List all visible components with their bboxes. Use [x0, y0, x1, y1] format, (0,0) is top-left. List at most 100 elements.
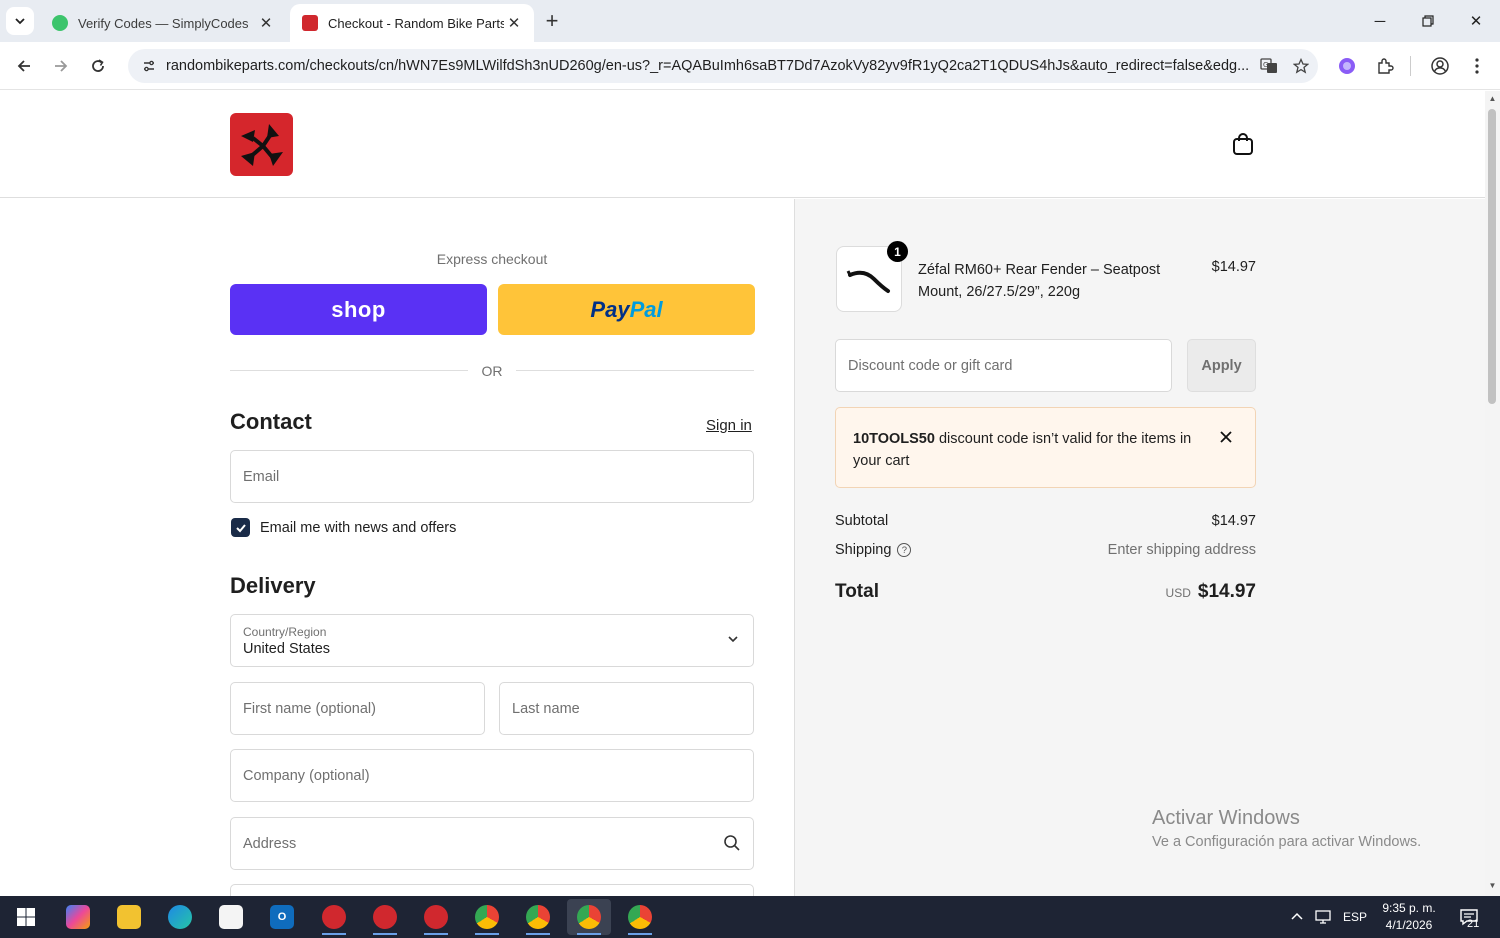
clock-time: 9:35 p. m.	[1382, 901, 1436, 915]
express-checkout-label: Express checkout	[436, 251, 548, 267]
running-indicator	[373, 933, 397, 935]
taskbar-chrome-1[interactable]	[465, 899, 509, 935]
close-icon	[1220, 431, 1232, 443]
new-tab-button[interactable]: +	[540, 8, 564, 33]
language-indicator[interactable]: ESP	[1343, 896, 1367, 938]
tab-checkout[interactable]: Checkout - Random Bike Parts ✕	[290, 4, 534, 42]
back-button[interactable]	[10, 52, 38, 80]
tab-simplycodes[interactable]: Verify Codes — SimplyCodes ✕	[40, 4, 286, 42]
page-scrollbar[interactable]: ▲ ▼	[1485, 91, 1500, 896]
store-icon	[219, 905, 243, 929]
tab-search-button[interactable]	[6, 7, 34, 35]
extensions-puzzle-icon[interactable]	[1371, 52, 1399, 80]
shop-pay-button[interactable]: shop	[230, 284, 487, 335]
shipping-label: Shipping	[835, 542, 892, 558]
sign-in-link[interactable]: Sign in	[706, 417, 752, 434]
close-tab-icon[interactable]: ✕	[504, 13, 524, 33]
company-placeholder: Company (optional)	[243, 767, 370, 784]
browser-tab-bar: Verify Codes — SimplyCodes ✕ Checkout - …	[0, 0, 1500, 42]
help-circle-icon[interactable]: ?	[897, 543, 912, 558]
scroll-down-arrow-icon[interactable]: ▼	[1488, 881, 1497, 890]
site-info-icon[interactable]	[134, 59, 164, 73]
running-indicator	[577, 933, 601, 935]
last-name-field[interactable]: Last name	[499, 682, 754, 735]
first-name-placeholder: First name (optional)	[243, 700, 376, 717]
taskbar-copilot[interactable]	[56, 899, 100, 935]
reload-icon	[92, 59, 104, 72]
chrome-icon	[526, 905, 550, 929]
windows-taskbar: O ESP 9:35 p. m. 4/1/2026	[0, 896, 1500, 938]
shipping-value: Enter shipping address	[1107, 542, 1256, 558]
dismiss-alert-button[interactable]	[1217, 428, 1235, 446]
clock-date: 4/1/2026	[1385, 918, 1433, 932]
country-value: United States	[243, 640, 331, 657]
toolbar-separator	[1410, 56, 1411, 76]
scroll-up-arrow-icon[interactable]: ▲	[1488, 94, 1497, 103]
discount-error-message: 10TOOLS50 discount code isn’t valid for …	[853, 428, 1203, 472]
bookmark-star-icon[interactable]	[1286, 51, 1316, 81]
apply-discount-button[interactable]: Apply	[1187, 339, 1256, 392]
contact-heading: Contact	[230, 409, 312, 434]
arrow-right-icon	[55, 60, 68, 72]
address-field[interactable]: Address	[230, 817, 754, 870]
forward-button[interactable]	[47, 52, 75, 80]
copilot-extension-icon[interactable]	[1333, 52, 1361, 80]
taskbar-app-2[interactable]	[363, 899, 407, 935]
url-text: randombikeparts.com/checkouts/cn/hWN7Es9…	[166, 58, 1250, 74]
profile-icon[interactable]	[1426, 52, 1454, 80]
taskbar-app-1[interactable]	[312, 899, 356, 935]
product-price: $14.97	[1211, 259, 1256, 275]
quantity-badge: 1	[887, 241, 908, 262]
shop-logo[interactable]	[230, 113, 293, 176]
subtotal-value: $14.97	[1211, 513, 1256, 529]
taskbar-chrome-4[interactable]	[618, 899, 662, 935]
first-name-field[interactable]: First name (optional)	[230, 682, 485, 735]
chevron-up-icon	[1291, 912, 1303, 920]
chevron-down-icon	[15, 18, 25, 25]
start-button[interactable]	[4, 899, 48, 935]
taskbar-chrome-2[interactable]	[516, 899, 560, 935]
shop-pay-label: shop	[331, 296, 386, 322]
email-field[interactable]: Email	[230, 450, 754, 503]
taskbar-app-3[interactable]	[414, 899, 458, 935]
running-indicator	[322, 933, 346, 935]
scrollbar-thumb[interactable]	[1488, 109, 1496, 404]
app-icon	[322, 905, 346, 929]
close-tab-icon[interactable]: ✕	[256, 13, 276, 33]
paypal-button[interactable]: Pay Pal	[498, 284, 755, 335]
total-row: Total USD $14.97	[835, 581, 1256, 603]
restore-icon	[1422, 15, 1434, 27]
cart-bag-icon[interactable]	[1230, 131, 1256, 157]
network-icon[interactable]	[1314, 896, 1332, 938]
next-field[interactable]	[230, 884, 754, 896]
address-bar[interactable]: randombikeparts.com/checkouts/cn/hWN7Es9…	[128, 49, 1318, 83]
taskbar-chrome-3[interactable]	[567, 899, 611, 935]
restore-window-button[interactable]	[1413, 8, 1443, 34]
delivery-heading: Delivery	[230, 573, 316, 598]
company-field[interactable]: Company (optional)	[230, 749, 754, 802]
taskbar-store[interactable]	[209, 899, 253, 935]
translate-icon[interactable]: G	[1254, 51, 1284, 81]
app-icon	[373, 905, 397, 929]
discount-error-alert: 10TOOLS50 discount code isn’t valid for …	[835, 407, 1256, 488]
taskbar-outlook[interactable]: O	[260, 899, 304, 935]
taskbar-edge[interactable]	[158, 899, 202, 935]
tab-title: Checkout - Random Bike Parts	[328, 15, 504, 31]
browser-menu-icon[interactable]	[1463, 52, 1491, 80]
browser-toolbar: randombikeparts.com/checkouts/cn/hWN7Es9…	[0, 42, 1500, 90]
fender-product-image	[846, 270, 890, 293]
taskbar-file-explorer[interactable]	[107, 899, 151, 935]
windows-logo-icon	[17, 908, 35, 926]
discount-code-input[interactable]: Discount code or gift card	[835, 339, 1172, 392]
checkmark-icon	[235, 523, 246, 532]
minimize-window-button[interactable]: ─	[1365, 8, 1395, 34]
close-window-button[interactable]: ✕	[1461, 8, 1491, 34]
newsletter-checkbox[interactable]	[231, 518, 250, 537]
reload-button[interactable]	[84, 52, 112, 80]
show-hidden-icons[interactable]	[1290, 896, 1304, 938]
country-select[interactable]: Country/Region United States	[230, 614, 754, 667]
watermark-title: Activar Windows	[1152, 807, 1300, 829]
shop-header	[0, 91, 1485, 198]
system-clock[interactable]: 9:35 p. m. 4/1/2026	[1376, 900, 1442, 934]
watermark-subtitle: Ve a Configuración para activar Windows.	[1152, 834, 1422, 850]
